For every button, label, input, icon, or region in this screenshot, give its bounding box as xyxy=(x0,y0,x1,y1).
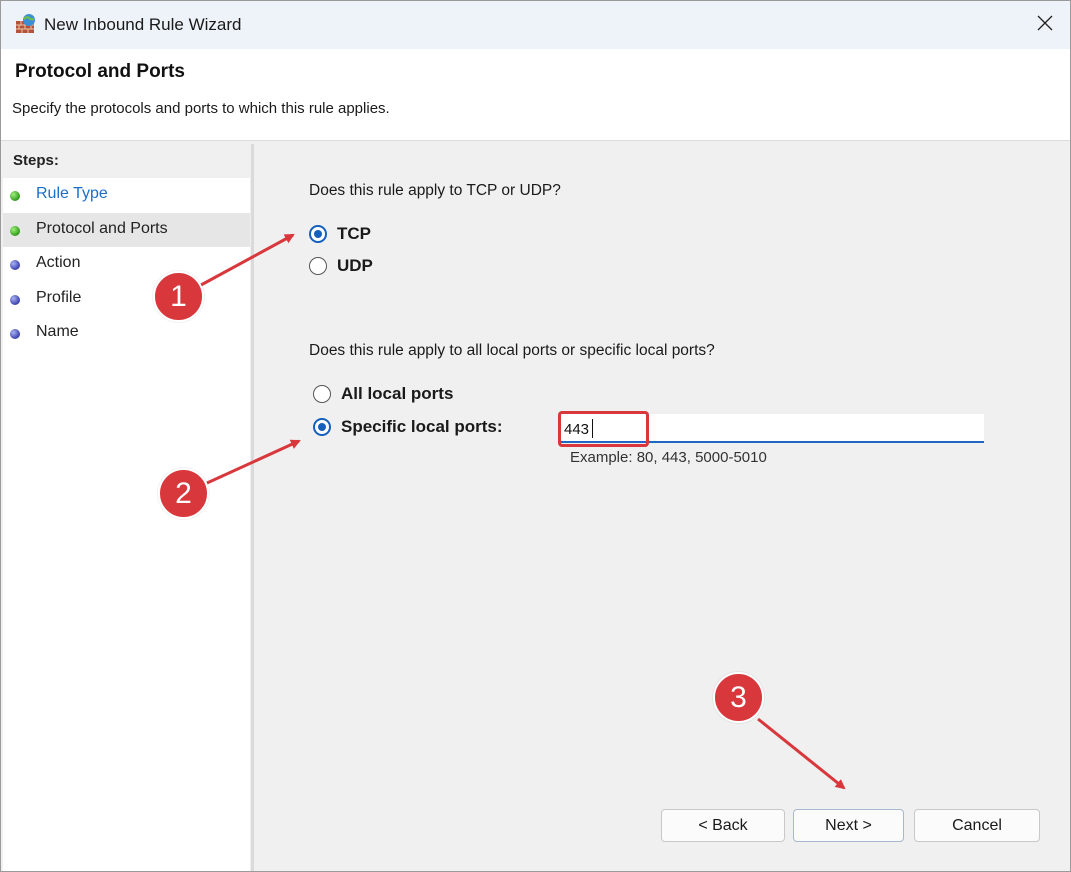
steps-panel: Steps: Rule Type Protocol and Ports Acti… xyxy=(3,144,250,871)
protocol-question: Does this rule apply to TCP or UDP? xyxy=(309,182,561,199)
step-pending-dot-icon xyxy=(10,294,20,305)
step-label: Protocol and Ports xyxy=(36,219,168,237)
close-icon xyxy=(1037,15,1053,36)
all-local-ports-label: All local ports xyxy=(341,384,454,403)
firewall-icon xyxy=(15,14,37,34)
cancel-button[interactable]: Cancel xyxy=(914,809,1040,842)
ports-example-text: Example: 80, 443, 5000-5010 xyxy=(570,449,767,466)
step-complete-dot-icon xyxy=(10,191,20,201)
step-label: Rule Type xyxy=(36,185,108,202)
step-label: Name xyxy=(36,323,79,340)
title-bar: New Inbound Rule Wizard xyxy=(1,1,1070,49)
page-subtitle: Specify the protocols and ports to which… xyxy=(12,100,390,117)
annotation-badge-2: 2 xyxy=(158,468,209,519)
all-local-ports-option[interactable]: All local ports xyxy=(313,384,453,404)
udp-radio[interactable] xyxy=(309,257,327,275)
tcp-radio-option[interactable]: TCP xyxy=(309,224,371,244)
step-label: Action xyxy=(36,254,81,271)
annotation-highlight-box xyxy=(558,411,649,447)
page-header: Protocol and Ports Specify the protocols… xyxy=(1,49,1070,141)
step-label: Profile xyxy=(36,288,82,306)
step-complete-dot-icon xyxy=(10,225,20,236)
step-pending-dot-icon xyxy=(10,260,20,270)
step-pending-dot-icon xyxy=(10,329,20,339)
udp-radio-option[interactable]: UDP xyxy=(309,256,373,276)
all-local-ports-radio[interactable] xyxy=(313,385,331,403)
steps-heading: Steps: xyxy=(3,144,250,178)
tcp-label: TCP xyxy=(337,224,371,243)
tcp-radio[interactable] xyxy=(309,225,327,243)
next-button[interactable]: Next > xyxy=(793,809,904,842)
annotation-badge-3: 3 xyxy=(713,672,764,723)
step-profile: Profile xyxy=(3,282,250,317)
step-name: Name xyxy=(3,316,250,351)
wizard-window: New Inbound Rule Wizard Protocol and Por… xyxy=(0,0,1071,872)
udp-label: UDP xyxy=(337,256,373,275)
step-rule-type[interactable]: Rule Type xyxy=(3,178,250,213)
specific-local-ports-radio[interactable] xyxy=(313,418,331,436)
ports-question: Does this rule apply to all local ports … xyxy=(309,342,715,359)
page-title: Protocol and Ports xyxy=(15,61,185,82)
specific-local-ports-option[interactable]: Specific local ports: xyxy=(313,417,503,437)
wizard-content: Does this rule apply to TCP or UDP? TCP … xyxy=(254,144,1070,871)
step-protocol-and-ports[interactable]: Protocol and Ports xyxy=(3,212,250,247)
back-button[interactable]: < Back xyxy=(661,809,785,842)
annotation-badge-1: 1 xyxy=(153,271,204,322)
close-button[interactable] xyxy=(1020,1,1070,49)
specific-local-ports-label: Specific local ports: xyxy=(341,417,503,436)
step-action: Action xyxy=(3,247,250,282)
window-title: New Inbound Rule Wizard xyxy=(44,15,242,34)
